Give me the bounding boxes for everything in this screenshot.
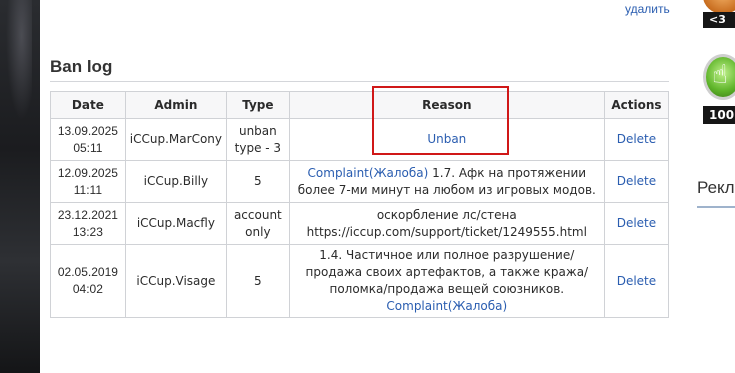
- table-row: 12.09.2025 11:11 iCCup.Billy 5 Complaint…: [50, 160, 670, 203]
- actions-cell: Delete: [603, 160, 670, 203]
- badge-top-label: <3: [703, 12, 735, 28]
- type-cell: 5: [226, 160, 290, 203]
- admin-cell: iCCup.MarCony: [124, 118, 228, 161]
- table-row: 02.05.2019 04:02 iCCup.Visage 5 1.4. Час…: [50, 244, 670, 318]
- type-cell: account only: [226, 202, 290, 245]
- header-reason: Reason: [288, 91, 605, 119]
- badge-mid-label: 100: [703, 106, 735, 124]
- date-cell: 23.12.2021 13:23: [50, 202, 126, 245]
- reason-url: https://iccup.com/support/ticket/1249555…: [306, 224, 587, 239]
- reason-text: оскорбление лс/стена: [376, 207, 517, 222]
- admin-cell: iCCup.Macfly: [124, 202, 228, 245]
- time-value: 13:23: [72, 224, 103, 239]
- date-value: 13.09.2025: [57, 123, 118, 138]
- section-title: Ban log: [50, 57, 113, 76]
- time-value: 11:11: [73, 182, 103, 197]
- date-cell: 12.09.2025 11:11: [50, 160, 126, 203]
- reason-cell: оскорбление лс/стена https://iccup.com/s…: [288, 202, 605, 245]
- date-cell: 13.09.2025 05:11: [50, 118, 126, 161]
- admin-cell: iCCup.Billy: [124, 160, 228, 203]
- actions-cell: Delete: [603, 118, 670, 161]
- type-value-detail: type - 3: [234, 140, 282, 155]
- delete-button[interactable]: Delete: [617, 216, 656, 230]
- type-cell: 5: [226, 244, 290, 318]
- actions-cell: Delete: [603, 202, 670, 245]
- table-row: 23.12.2021 13:23 iCCup.Macfly account on…: [50, 202, 670, 245]
- sidebar-heading-underline: [697, 206, 735, 208]
- date-value: 23.12.2021: [57, 207, 118, 222]
- delete-button[interactable]: Delete: [617, 274, 656, 288]
- reason-cell: 1.4. Частичное или полное разрушение/про…: [288, 244, 605, 318]
- reason-text: 1.4. Частичное или полное разрушение/про…: [305, 248, 589, 296]
- delete-link-top[interactable]: удалить: [625, 2, 670, 16]
- reason-cell: Complaint(Жалоба) 1.7. Афк на протяжении…: [288, 160, 605, 203]
- complaint-link[interactable]: Complaint(Жалоба): [386, 299, 507, 313]
- type-value-detail: only: [245, 224, 271, 239]
- thumbs-up-icon: ☝: [712, 60, 728, 90]
- date-cell: 02.05.2019 04:02: [50, 244, 126, 318]
- table-header-row: Date Admin Type Reason Actions: [50, 91, 670, 119]
- table-row: 13.09.2025 05:11 iCCup.MarCony unban typ…: [50, 118, 670, 161]
- admin-cell: iCCup.Visage: [124, 244, 228, 318]
- date-value: 12.09.2025: [57, 165, 118, 180]
- ban-log-table: Date Admin Type Reason Actions 13.09.202…: [50, 91, 670, 318]
- background-left-artwork: [0, 0, 40, 373]
- sidebar-heading: Рекл: [697, 178, 735, 197]
- complaint-link[interactable]: Complaint(Жалоба): [308, 166, 429, 180]
- right-sidebar: <3 ☝ 100 Рекл: [681, 0, 735, 373]
- delete-button[interactable]: Delete: [617, 132, 656, 146]
- title-divider: [50, 81, 669, 82]
- actions-cell: Delete: [603, 244, 670, 318]
- header-date: Date: [50, 91, 126, 119]
- reason-link[interactable]: Unban: [427, 132, 466, 146]
- reason-cell: Unban: [288, 118, 605, 161]
- header-actions: Actions: [603, 91, 670, 119]
- time-value: 05:11: [73, 140, 103, 155]
- thumbs-up-badge-icon[interactable]: ☝: [703, 54, 735, 100]
- header-admin: Admin: [124, 91, 228, 119]
- type-value: unban: [238, 123, 277, 138]
- time-value: 04:02: [72, 282, 103, 296]
- type-value: account: [233, 207, 282, 222]
- date-value: 02.05.2019: [57, 265, 118, 279]
- ban-log-panel: удалить Ban log Date Admin Type Reason A…: [40, 0, 681, 373]
- header-type: Type: [226, 91, 290, 119]
- delete-button[interactable]: Delete: [617, 174, 656, 188]
- type-cell: unban type - 3: [226, 118, 290, 161]
